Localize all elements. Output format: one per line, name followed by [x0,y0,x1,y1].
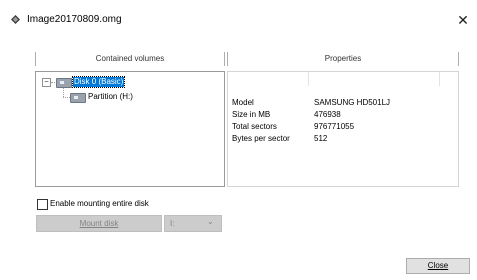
column-divider [309,72,440,86]
enable-mounting-checkbox[interactable] [37,199,48,210]
properties-header: Properties [227,52,459,66]
contained-volumes-header: Contained volumes [35,52,225,66]
enable-mounting-label[interactable]: Enable mounting entire disk [50,198,149,209]
tree-connector [63,88,64,97]
column-divider [228,72,309,86]
app-icon [11,15,20,24]
volumes-tree[interactable]: − Disk 0 (Basic) Partition (H:) [35,71,225,187]
window-title: Image20170809.omg [27,14,122,25]
mount-disk-button[interactable]: Mount disk [36,215,162,232]
close-button-label: Close [427,261,449,270]
title-bar: Image20170809.omg ✕ [0,0,477,40]
collapse-icon[interactable]: − [42,78,51,87]
property-value: 512 [314,134,328,143]
properties-column-header [228,72,458,86]
close-icon[interactable]: ✕ [452,9,474,31]
property-key: Total sectors [232,122,277,131]
partition-disk-icon [70,93,86,103]
mount-disk-label: Mount disk [79,219,119,228]
tree-item-disk-0[interactable]: Disk 0 (Basic) [71,76,126,88]
drive-letter-select[interactable]: I: ⌄ [164,215,222,232]
property-value: 976771055 [314,122,355,131]
hard-disk-icon [56,78,72,88]
property-value: 476938 [314,110,341,119]
close-button[interactable]: Close [406,258,470,274]
property-key: Bytes per sector [232,134,290,143]
property-value: SAMSUNG HD501LJ [314,98,391,107]
contained-volumes-title: Contained volumes [95,54,165,63]
property-key: Model [232,98,254,107]
properties-list: Model SAMSUNG HD501LJ Size in MB 476938 … [227,71,459,187]
tree-connector [51,82,55,83]
chevron-down-icon: ⌄ [207,217,214,226]
properties-title: Properties [324,54,362,63]
drive-letter-value: I: [170,219,175,228]
tree-item-partition-h[interactable]: Partition (H:) [88,92,133,102]
tree-connector [63,97,70,98]
property-key: Size in MB [232,110,271,119]
